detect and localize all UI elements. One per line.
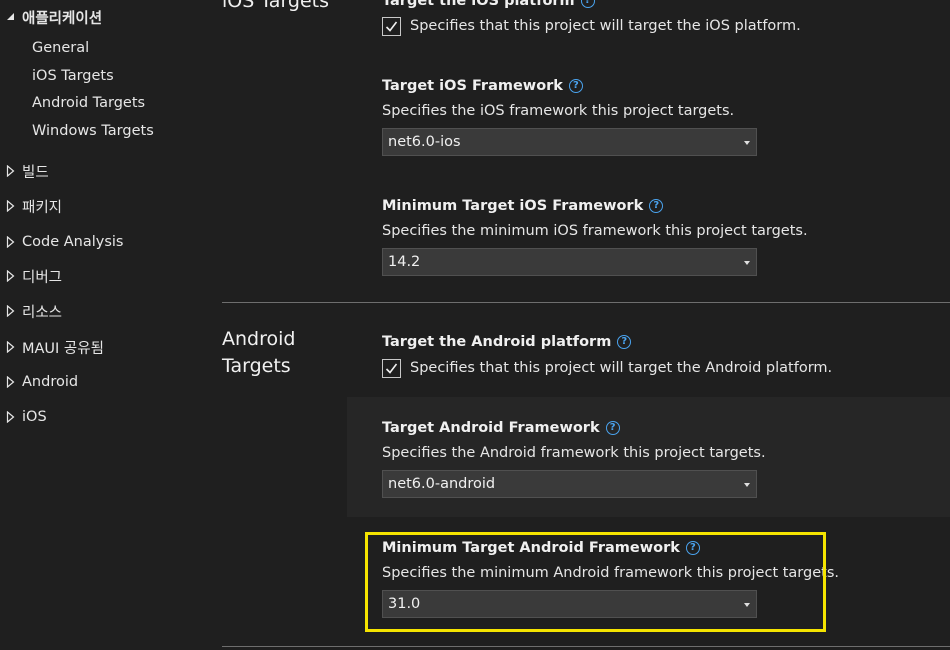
sidebar-group-package[interactable]: 패키지 bbox=[6, 195, 62, 217]
triangle-right-icon bbox=[6, 198, 22, 214]
setting-desc-ios-framework: Specifies the iOS framework this project… bbox=[382, 103, 735, 119]
sidebar-group-debug[interactable]: 디버그 bbox=[6, 265, 62, 287]
android-platform-checkbox-row[interactable]: Specifies that this project will target … bbox=[382, 357, 832, 379]
android-platform-checkbox[interactable] bbox=[382, 358, 401, 378]
sidebar-group-code-analysis[interactable]: Code Analysis bbox=[6, 231, 123, 253]
sidebar-group-label: 패키지 bbox=[22, 199, 63, 216]
chevron-down-icon bbox=[744, 141, 750, 145]
setting-title-android-framework: Target Android Framework ? bbox=[382, 418, 620, 438]
android-platform-checkbox-label: Specifies that this project will target … bbox=[410, 360, 833, 376]
highlight-box bbox=[365, 532, 826, 632]
sidebar-group-label: 애플리케이션 bbox=[22, 10, 103, 27]
sidebar-group-application[interactable]: 애플리케이션 bbox=[6, 6, 102, 28]
section-title-line: Android bbox=[222, 328, 296, 350]
ios-platform-checkbox-label: Specifies that this project will target … bbox=[410, 18, 801, 34]
triangle-right-icon bbox=[6, 339, 22, 355]
sidebar-group-label: 빌드 bbox=[22, 164, 49, 181]
section-divider bbox=[222, 302, 950, 303]
select-value: net6.0-android bbox=[388, 476, 496, 492]
section-title-android: Android Targets bbox=[222, 326, 295, 380]
select-value: 14.2 bbox=[388, 254, 421, 270]
sidebar-group-label: Android bbox=[22, 374, 79, 390]
sidebar-item-windows-targets[interactable]: Windows Targets bbox=[32, 120, 154, 142]
setting-title-text: Minimum Target iOS Framework bbox=[382, 198, 644, 214]
sidebar-group-maui-shared[interactable]: MAUI 공유됨 bbox=[6, 336, 104, 358]
checkmark-icon bbox=[385, 21, 398, 32]
help-icon[interactable]: ? bbox=[649, 199, 664, 213]
ios-framework-select[interactable]: net6.0-ios bbox=[382, 128, 757, 156]
sidebar-group-label: Code Analysis bbox=[22, 234, 124, 250]
help-icon[interactable]: ? bbox=[568, 79, 583, 93]
setting-title-text: Target the Android platform bbox=[382, 334, 612, 350]
ios-platform-checkbox-row[interactable]: Specifies that this project will target … bbox=[382, 15, 801, 37]
help-icon[interactable]: ? bbox=[580, 0, 595, 8]
sidebar-group-ios[interactable]: iOS bbox=[6, 406, 47, 428]
setting-title-ios-platform: Target the iOS platform ? bbox=[382, 0, 595, 11]
setting-title-text: Target iOS Framework bbox=[382, 78, 563, 94]
sidebar-item-android-targets[interactable]: Android Targets bbox=[32, 92, 145, 114]
sidebar-group-resources[interactable]: 리소스 bbox=[6, 300, 62, 322]
section-divider bbox=[222, 646, 950, 647]
min-ios-framework-select[interactable]: 14.2 bbox=[382, 248, 757, 276]
sidebar-group-label: MAUI 공유됨 bbox=[22, 340, 104, 357]
triangle-right-icon bbox=[6, 303, 22, 319]
select-value: net6.0-ios bbox=[388, 134, 461, 150]
triangle-right-icon bbox=[6, 234, 22, 250]
setting-title-text: Target Android Framework bbox=[382, 420, 600, 436]
triangle-right-icon bbox=[6, 374, 22, 390]
chevron-down-icon bbox=[744, 261, 750, 265]
section-title-ios: iOS Targets bbox=[222, 0, 330, 12]
setting-title-ios-framework: Target iOS Framework ? bbox=[382, 76, 583, 96]
triangle-right-icon bbox=[6, 268, 22, 284]
android-framework-select[interactable]: net6.0-android bbox=[382, 470, 757, 498]
checkmark-icon bbox=[385, 363, 398, 374]
triangle-right-icon bbox=[6, 409, 22, 425]
triangle-down-icon bbox=[6, 9, 22, 25]
sidebar-group-label: 리소스 bbox=[22, 304, 63, 321]
setting-desc-min-ios-framework: Specifies the minimum iOS framework this… bbox=[382, 223, 808, 239]
section-title-line: Targets bbox=[222, 355, 291, 377]
sidebar-group-build[interactable]: 빌드 bbox=[6, 160, 49, 182]
chevron-down-icon bbox=[744, 483, 750, 487]
ios-platform-checkbox[interactable] bbox=[382, 16, 401, 36]
sidebar-item-general[interactable]: General bbox=[32, 37, 89, 59]
help-icon[interactable]: ? bbox=[617, 335, 632, 349]
sidebar-group-label: iOS bbox=[22, 409, 47, 425]
triangle-right-icon bbox=[6, 163, 22, 179]
setting-title-text: Target the iOS platform bbox=[382, 0, 575, 9]
help-icon[interactable]: ? bbox=[605, 421, 620, 435]
sidebar-item-ios-targets[interactable]: iOS Targets bbox=[32, 65, 114, 87]
sidebar-group-label: 디버그 bbox=[22, 269, 63, 286]
sidebar-group-android[interactable]: Android bbox=[6, 371, 78, 393]
sidebar-nav: 애플리케이션 General iOS Targets Android Targe… bbox=[0, 0, 200, 650]
setting-desc-android-framework: Specifies the Android framework this pro… bbox=[382, 445, 766, 461]
setting-title-android-platform: Target the Android platform ? bbox=[382, 332, 632, 352]
setting-title-min-ios-framework: Minimum Target iOS Framework ? bbox=[382, 196, 664, 216]
project-properties: 애플리케이션 General iOS Targets Android Targe… bbox=[0, 0, 950, 650]
